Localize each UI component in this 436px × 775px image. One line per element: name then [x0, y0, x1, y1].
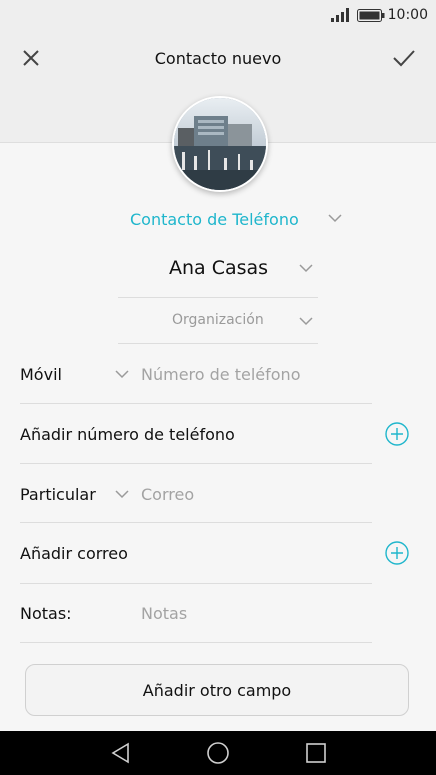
- signal-icon: [331, 8, 349, 22]
- add-email-plus-icon[interactable]: [385, 541, 409, 565]
- email-input[interactable]: Correo: [141, 485, 194, 504]
- divider: [20, 642, 372, 643]
- name-expand-chevron-icon[interactable]: [299, 263, 313, 273]
- divider: [20, 403, 372, 404]
- name-value: Ana Casas: [169, 257, 269, 279]
- email-type-chevron-icon[interactable]: [115, 489, 129, 499]
- save-button[interactable]: [386, 40, 422, 76]
- organization-chevron-icon[interactable]: [299, 316, 313, 326]
- divider: [118, 297, 318, 298]
- notes-label: Notas:: [20, 604, 72, 623]
- back-icon[interactable]: [110, 742, 132, 764]
- phone-number-input[interactable]: Número de teléfono: [141, 365, 300, 384]
- home-icon[interactable]: [206, 741, 230, 765]
- phone-type-selector[interactable]: Móvil: [20, 365, 62, 384]
- status-time: 10:00: [387, 7, 428, 23]
- notes-input[interactable]: Notas: [141, 604, 187, 623]
- chevron-down-icon: [328, 214, 342, 223]
- add-phone-label[interactable]: Añadir número de teléfono: [20, 425, 235, 444]
- email-type-selector[interactable]: Particular: [20, 485, 96, 504]
- add-email-label[interactable]: Añadir correo: [20, 544, 128, 563]
- photo-thumbnail: [174, 98, 266, 190]
- divider: [20, 522, 372, 523]
- organization-placeholder: Organización: [172, 312, 264, 328]
- phone-type-chevron-icon[interactable]: [115, 369, 129, 379]
- account-label: Contacto de Teléfono: [130, 210, 299, 229]
- add-field-label: Añadir otro campo: [142, 680, 292, 700]
- status-bar: 10:00: [0, 0, 436, 30]
- add-phone-plus-icon[interactable]: [385, 422, 409, 446]
- divider: [20, 463, 372, 464]
- add-field-button[interactable]: Añadir otro campo: [25, 664, 409, 716]
- battery-icon: [357, 9, 385, 22]
- navigation-bar: [0, 731, 436, 775]
- divider: [118, 343, 318, 344]
- page-title: Contacto nuevo: [154, 49, 282, 68]
- checkmark-icon: [393, 50, 415, 67]
- divider: [20, 583, 372, 584]
- recent-apps-icon[interactable]: [305, 742, 327, 764]
- contact-photo[interactable]: [172, 96, 268, 192]
